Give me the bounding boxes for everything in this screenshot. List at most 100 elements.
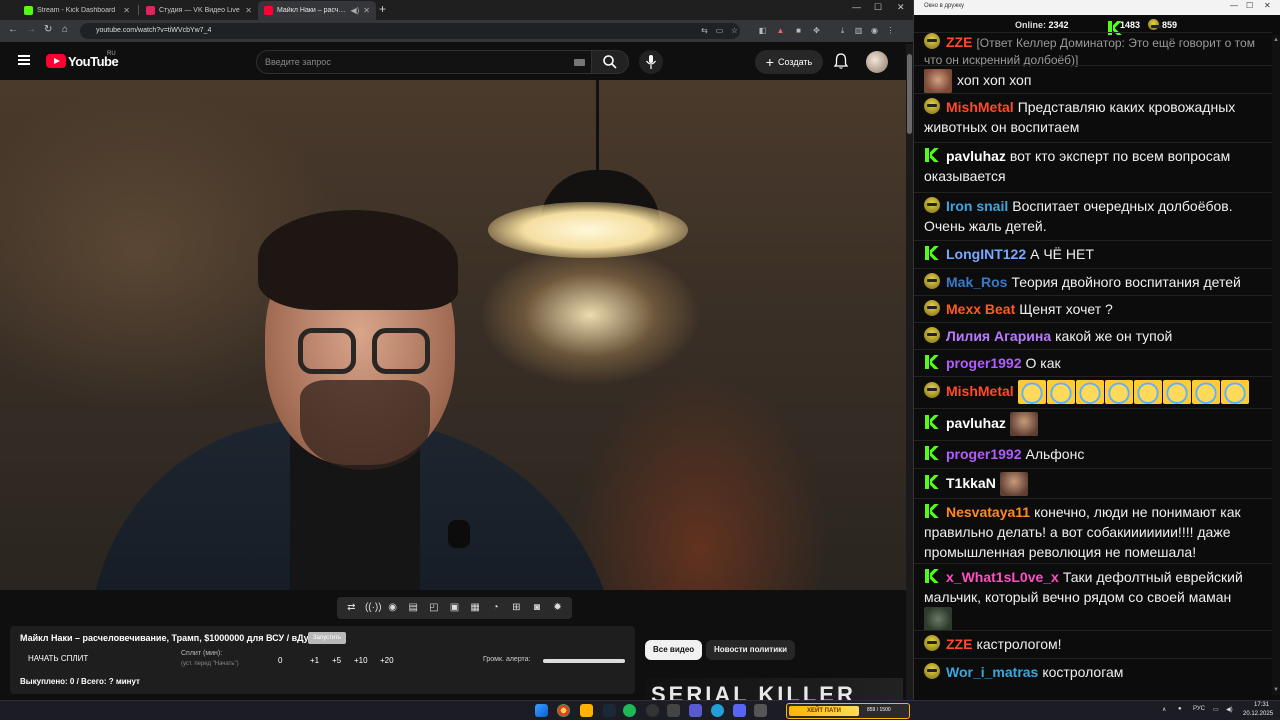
tray-chevron-icon[interactable]: ∧ [1162, 706, 1166, 713]
extension-icon-3[interactable]: ■ [794, 26, 803, 35]
broadcast-icon[interactable]: ((·)) [365, 602, 382, 614]
chat-username[interactable]: x_What1sL0ve_x [946, 569, 1059, 585]
split-add-10-button[interactable]: +10 [354, 656, 368, 665]
settings-icon[interactable]: ✹ [551, 602, 565, 614]
app-icon[interactable] [667, 704, 680, 717]
alert-volume-slider[interactable] [543, 659, 625, 663]
translate-icon[interactable]: ⇆ [700, 26, 709, 35]
chat-username[interactable]: Iron snail [946, 198, 1008, 214]
chat-username[interactable]: MishMetal [946, 383, 1014, 399]
chat-scrollbar[interactable]: ▲ ▼ [1272, 35, 1280, 695]
youtube-logo-icon[interactable] [46, 54, 66, 68]
network-icon[interactable]: ▭ [1213, 706, 1219, 713]
chat-username[interactable]: Mak_Ros [946, 274, 1007, 290]
back-icon[interactable]: ← [8, 25, 18, 35]
notifications-bell-icon[interactable] [833, 52, 849, 70]
camera-icon[interactable]: ◙ [530, 602, 544, 614]
chat-username[interactable]: Nesvataya11 [946, 504, 1030, 520]
close-window-icon[interactable]: ✕ [897, 2, 905, 13]
chat-username[interactable]: pavluhaz [946, 415, 1006, 431]
chat-username[interactable]: Wor_i_matras [946, 664, 1038, 680]
video-thumbnail[interactable]: SERIAL KILLER [645, 678, 903, 700]
tab-youtube[interactable]: Майкл Наки – расчеловеч ◀) ✕ [258, 1, 376, 20]
maximize-icon[interactable]: ☐ [874, 2, 882, 13]
media-player-icon[interactable] [689, 704, 702, 717]
new-tab-button[interactable]: + [379, 3, 386, 15]
frame-icon[interactable]: ◰ [427, 602, 441, 614]
obs-icon[interactable] [646, 704, 659, 717]
minimize-icon[interactable]: — [1230, 1, 1238, 10]
chat-username[interactable]: proger1992 [946, 446, 1021, 462]
chip-politics-news[interactable]: Новости политики [706, 640, 796, 660]
chat-username[interactable]: T1kkaN [946, 475, 996, 491]
extension-icon[interactable]: ◧ [758, 26, 767, 35]
menu-icon[interactable] [18, 55, 30, 65]
split-add-5-button[interactable]: +5 [332, 656, 341, 665]
start-windows-icon[interactable] [535, 704, 548, 717]
clock-date[interactable]: 20.12.2025 [1243, 711, 1273, 717]
extensions-puzzle-icon[interactable]: ✥ [812, 26, 821, 35]
chrome-icon[interactable] [557, 704, 570, 717]
clock-time[interactable]: 17:31 [1254, 702, 1269, 708]
loop-icon[interactable]: ⇄ [344, 602, 358, 614]
extension-icon-2[interactable]: ▲ [776, 26, 785, 35]
microphone-tray-icon[interactable]: ● [1178, 706, 1182, 712]
scroll-up-icon[interactable]: ▲ [1273, 37, 1279, 43]
speed-icon[interactable]: ◔ [489, 602, 503, 614]
chat-username[interactable]: LongINT122 [946, 246, 1026, 262]
add-icon[interactable]: ⊞ [509, 602, 523, 614]
chat-username[interactable]: MishMetal [946, 99, 1014, 115]
language-indicator[interactable]: РУС [1193, 706, 1205, 712]
close-icon[interactable]: ✕ [123, 6, 130, 15]
chat-username[interactable]: Mexx Beat [946, 301, 1015, 317]
clapper-icon[interactable]: ▤ [406, 602, 420, 614]
tab-vk-studio[interactable]: Студия — VK Видео Live ✕ [140, 1, 258, 20]
page-scrollbar[interactable] [906, 44, 913, 700]
scrollbar-thumb[interactable] [907, 54, 912, 134]
keyboard-icon[interactable] [574, 59, 585, 66]
discord-icon[interactable] [733, 704, 746, 717]
voice-search-button[interactable] [639, 50, 663, 74]
split-add-1-button[interactable]: +1 [310, 656, 319, 665]
scroll-down-icon[interactable]: ▼ [1273, 687, 1279, 693]
cast-icon[interactable]: ▭ [715, 26, 724, 35]
bookmark-star-icon[interactable]: ☆ [730, 26, 739, 35]
download-icon[interactable]: ⤓ [838, 26, 847, 35]
profile-icon[interactable]: ◉ [870, 26, 879, 35]
close-icon[interactable]: ✕ [245, 6, 252, 15]
split-value-0[interactable]: 0 [278, 656, 282, 665]
create-button[interactable]: + Создать [755, 50, 823, 74]
spotify-icon[interactable] [623, 704, 636, 717]
video-player[interactable] [0, 80, 906, 590]
split-add-20-button[interactable]: +20 [380, 656, 394, 665]
hate-party-widget[interactable]: ХЕЙТ ПАТИ 859 / 1500 [786, 703, 910, 719]
close-icon[interactable]: ✕ [363, 6, 370, 15]
search-input[interactable]: Введите запрос [256, 50, 592, 74]
chat-username[interactable]: proger1992 [946, 355, 1021, 371]
home-icon[interactable]: ⌂ [62, 25, 68, 35]
steam-icon[interactable] [603, 704, 616, 717]
pip-icon[interactable]: ▣ [447, 602, 461, 614]
tab-kick-dashboard[interactable]: Stream - Kick Dashboard ✕ [18, 1, 136, 20]
filmstrip-icon[interactable]: ▦ [468, 602, 482, 614]
eye-icon[interactable]: ◉ [386, 602, 400, 614]
telegram-icon[interactable] [711, 704, 724, 717]
url-field[interactable]: youtube.com/watch?v=tiWVcbYw7_4 [80, 23, 740, 39]
chat-username[interactable]: pavluhaz [946, 148, 1006, 164]
chat-username[interactable]: ZZE [946, 636, 972, 652]
forward-icon[interactable]: → [26, 25, 36, 35]
app-icon-2[interactable] [754, 704, 767, 717]
avatar[interactable] [866, 51, 888, 73]
reload-icon[interactable]: ↻ [44, 25, 52, 35]
search-button[interactable] [591, 50, 629, 74]
chat-username[interactable]: ZZE [946, 34, 972, 50]
volume-icon[interactable]: ◀) [1226, 706, 1233, 713]
maximize-icon[interactable]: ☐ [1246, 1, 1253, 10]
menu-dots-icon[interactable]: ⋮ [886, 26, 895, 35]
launch-badge[interactable]: Запустить [308, 632, 347, 644]
chip-all-videos[interactable]: Все видео [645, 640, 703, 660]
minimize-icon[interactable]: — [852, 2, 861, 12]
sidebar-icon[interactable]: ▥ [854, 26, 863, 35]
chat-username[interactable]: Лилия Агарина [946, 328, 1051, 344]
start-split-button[interactable]: НАЧАТЬ СПЛИТ [28, 654, 88, 663]
